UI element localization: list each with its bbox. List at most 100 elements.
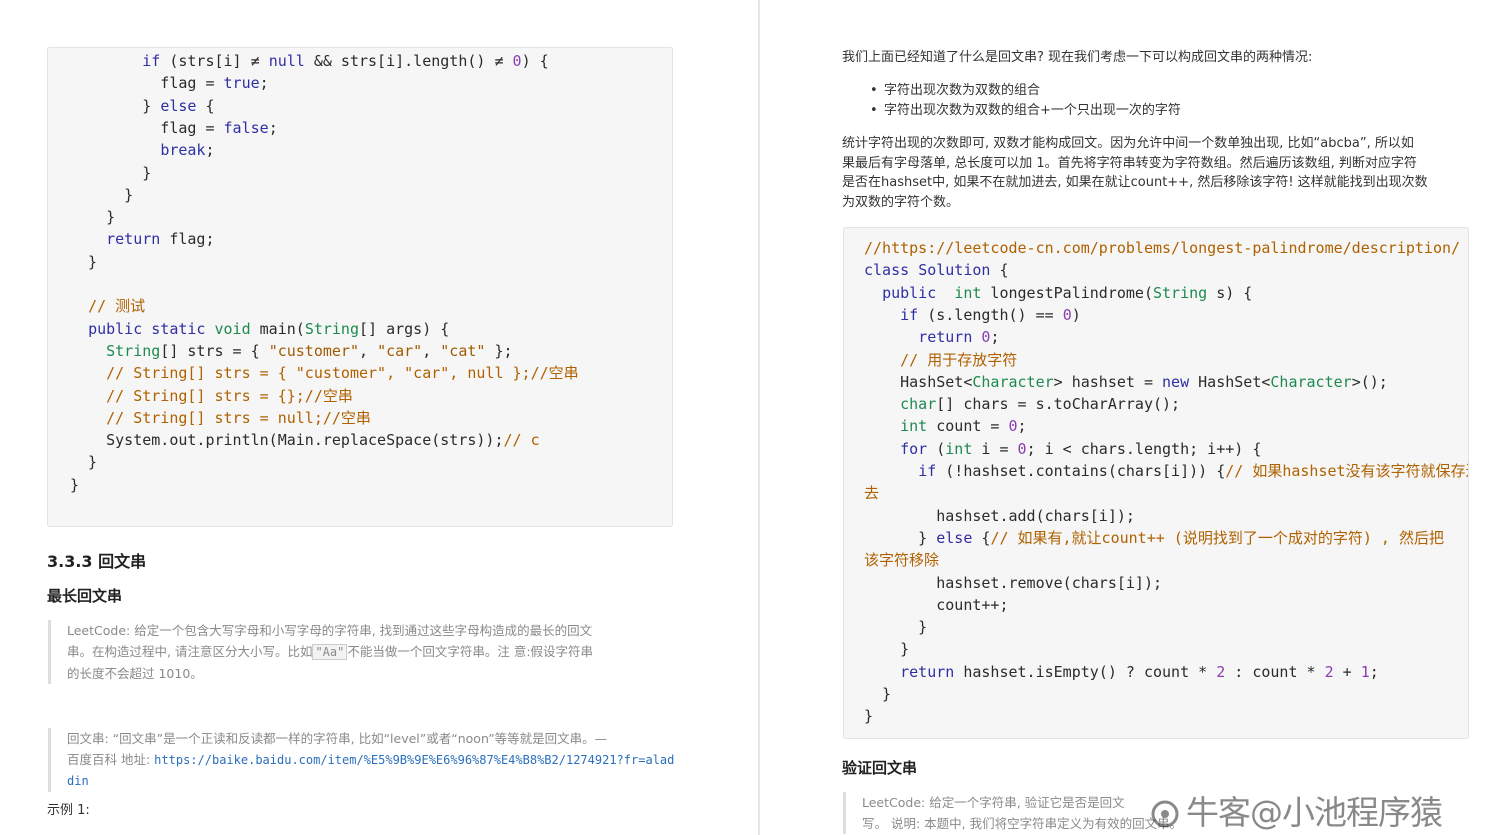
code-line: } else {// 如果有,就让count++ (说明找到了一个成对的字符) …: [844, 527, 1468, 549]
paragraph-line: 统计字符出现的次数即可, 双数才能构成回文。因为允许中间一个数单独出现, 比如“…: [842, 136, 1414, 151]
code-token: }: [70, 96, 161, 115]
code-token: else: [160, 96, 197, 115]
code-token: 2: [1216, 662, 1226, 681]
code-token: ;: [259, 74, 269, 93]
code-line: return 0;: [844, 326, 1468, 348]
code-line: 去: [844, 482, 1468, 504]
code-token: // String[] strs = {};//空串: [106, 386, 353, 405]
code-token: if: [142, 52, 161, 70]
code-line: public int longestPalindrome(String s) {: [844, 282, 1468, 304]
code-line: int count = 0;: [844, 415, 1468, 437]
code-token: };: [485, 341, 513, 360]
code-token: count++;: [864, 595, 1009, 614]
code-token: // 如果hashset没有该字符就保存进: [1225, 462, 1469, 480]
code-token: void: [214, 319, 251, 338]
code-token: "car": [377, 341, 423, 360]
code-token: }: [864, 685, 892, 703]
section-heading: 3.3.3 回文串: [47, 552, 147, 571]
code-token: null: [268, 52, 305, 70]
code-token: (strs[i] ≠: [160, 52, 269, 70]
code-token: true: [223, 74, 260, 93]
code-token: String: [106, 341, 161, 360]
code-token: [] args) {: [359, 319, 450, 338]
code-token: 1: [1360, 662, 1370, 681]
code-token: public: [882, 283, 937, 302]
nowcoder-logo-icon: [1151, 800, 1179, 828]
code-token: longestPalindrome(: [981, 283, 1153, 302]
quote-text: 串。在构造过程中, 请注意区分大小写。比如: [67, 644, 313, 659]
code-token: if: [900, 305, 919, 324]
code-line: hashset.remove(chars[i]);: [844, 572, 1468, 594]
code-block-longest-palindrome: //https://leetcode-cn.com/problems/longe…: [843, 227, 1469, 739]
quote-text: 百度百科 地址:: [67, 752, 155, 767]
quote-line: 串。在构造过程中, 请注意区分大小写。比如 "Aa" 不能当做一个回文字符串。注 意…: [67, 641, 697, 663]
code-token: }: [70, 163, 152, 182]
code-token: 0: [512, 52, 522, 70]
code-line: }: [48, 474, 672, 496]
right-page: 我们上面已经知道了什么是回文串? 现在我们考虑一下可以构成回文串的两种情况: 字…: [760, 0, 1501, 835]
code-token: int: [900, 417, 928, 436]
bullet-list: 字符出现次数为双数的组合 字符出现次数为双数的组合+一个只出现一次的字符: [868, 81, 1181, 121]
code-token: Character: [1270, 372, 1352, 391]
baike-link-continued[interactable]: din: [67, 771, 707, 792]
code-token: "customer": [268, 341, 359, 360]
leetcode-quote: LeetCode: 给定一个包含大写字母和小写字母的字符串, 找到通过这些字母构…: [48, 620, 697, 684]
code-line: class Solution {: [844, 259, 1468, 281]
code-token: int: [945, 439, 973, 458]
code-token: return: [900, 662, 955, 681]
code-line: 该字符移除: [844, 549, 1468, 571]
code-line: // String[] strs = { "customer", "car", …: [48, 362, 672, 384]
code-token: {: [990, 261, 1009, 280]
sub-heading-longest-palindrome: 最长回文串: [47, 587, 123, 605]
code-token: hashset.isEmpty() ? count *: [954, 662, 1217, 681]
code-line: // String[] strs = {};//空串: [48, 385, 672, 407]
quote-line: 百度百科 地址: https://baike.baidu.com/item/%E…: [67, 749, 707, 771]
code-token: HashSet<: [1189, 372, 1271, 391]
code-line: count++;: [844, 594, 1468, 616]
code-line: System.out.println(Main.replaceSpace(str…: [48, 429, 672, 451]
baike-link[interactable]: https://baike.baidu.com/item/%E5%9B%9E%E…: [154, 753, 674, 767]
code-line: if (strs[i] ≠ null && strs[i].length() ≠…: [48, 50, 672, 72]
paragraph-line: 果最后有字母落单, 总长度可以加 1。首先将字符串转变为字符数组。然后遍历该数组…: [842, 155, 1417, 171]
code-line: // 用于存放字符: [844, 349, 1468, 371]
code-token: // String[] strs = null;//空串: [106, 408, 371, 427]
code-line: char[] chars = s.toCharArray();: [844, 393, 1468, 415]
code-token: if: [918, 462, 937, 480]
code-token: Character: [972, 372, 1054, 391]
code-token: // 如果有,就让count++ (说明找到了一个成对的字符) , 然后把: [990, 528, 1444, 547]
code-token: new: [1162, 372, 1190, 391]
paragraph-line: 是否在hashset中, 如果不在就加进去, 如果在就让count++, 然后移…: [842, 175, 1428, 190]
code-token: 2: [1324, 662, 1334, 681]
inline-code: "Aa": [312, 644, 348, 660]
code-token: }: [70, 453, 98, 472]
code-token: ): [1071, 305, 1081, 324]
code-token: return: [106, 230, 161, 249]
code-token: [] strs = {: [160, 341, 269, 360]
quote-text: 不能当做一个回文字符串。注 意:假设字符串: [347, 644, 594, 659]
code-token: s) {: [1207, 283, 1253, 302]
code-block-java-replace-space: if (strs[i] ≠ null && strs[i].length() ≠…: [47, 47, 673, 527]
code-token: {: [972, 528, 991, 547]
code-token: flag;: [160, 230, 215, 249]
code-token: : count *: [1225, 662, 1325, 681]
code-token: class: [864, 261, 910, 280]
code-token: HashSet<: [864, 372, 973, 391]
code-token: count =: [927, 417, 1009, 436]
code-token: 0: [1008, 417, 1018, 436]
code-token: +: [1333, 662, 1361, 681]
code-token: return: [918, 328, 973, 347]
code-token: "cat": [440, 341, 486, 360]
code-line: } else {: [48, 95, 672, 117]
code-token: 去: [864, 484, 880, 503]
